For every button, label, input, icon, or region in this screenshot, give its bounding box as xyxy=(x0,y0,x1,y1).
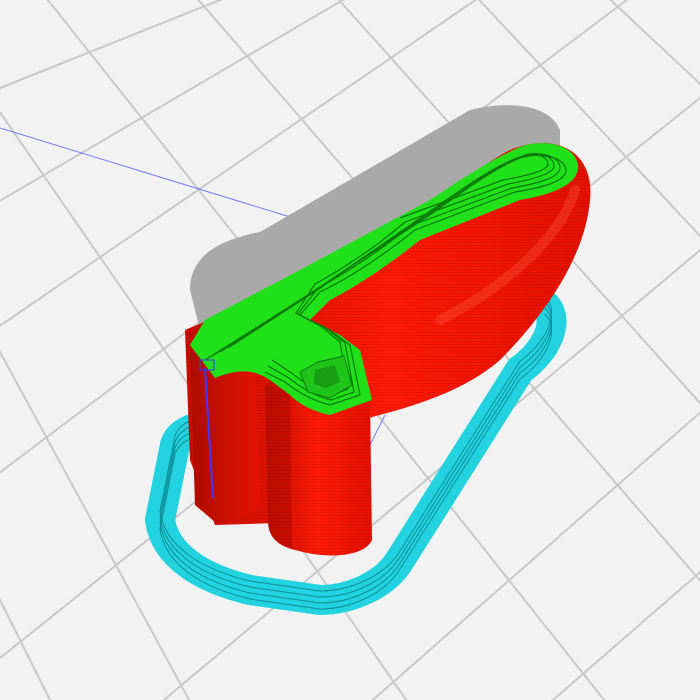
layer-preview-canvas[interactable] xyxy=(0,0,700,700)
outer-wall-left-pillar xyxy=(190,350,260,523)
3d-print-preview-viewport[interactable] xyxy=(0,0,700,700)
